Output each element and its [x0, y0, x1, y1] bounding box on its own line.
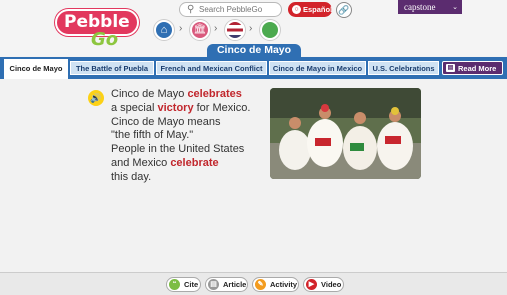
link-icon[interactable]: 🔗: [336, 2, 352, 18]
chevron-right-icon: ›: [214, 23, 218, 34]
read-more-label: Read More: [458, 64, 497, 73]
search-icon: ⚲: [187, 4, 195, 15]
article-photo: [270, 88, 421, 179]
article-text: Cinco de Mayo celebrates a special victor…: [111, 88, 271, 185]
capstone-menu[interactable]: capstone ⌄: [398, 0, 462, 14]
article-text-segment: a special: [111, 101, 158, 114]
audio-play-icon[interactable]: 🔊: [88, 90, 104, 106]
mexico-icon[interactable]: [260, 20, 280, 40]
article-text-segment: Cinco de Mayo: [111, 88, 188, 100]
video-button[interactable]: ▶ Video: [303, 277, 344, 292]
quote-icon: “: [169, 279, 180, 290]
read-more-button[interactable]: ▤ Read More: [442, 61, 503, 75]
cite-label: Cite: [184, 280, 199, 289]
book-icon: ▤: [446, 64, 455, 72]
article-text-segment: and Mexico: [111, 156, 171, 169]
us-flag-icon[interactable]: [225, 20, 245, 40]
dancers-image: [270, 88, 421, 179]
espanol-label: Español: [303, 5, 333, 14]
vocab-word[interactable]: victory: [157, 102, 193, 114]
header: Pebble Go ⚲ ○ Español 🔗 capstone ⌄ ⌂ › 🏛…: [0, 0, 507, 57]
play-icon: ▶: [306, 279, 317, 290]
search-input[interactable]: [199, 4, 279, 15]
chevron-right-icon: ›: [249, 23, 253, 34]
tab-cinco-de-mayo[interactable]: Cinco de Mayo: [4, 59, 68, 79]
government-building-icon[interactable]: 🏛: [190, 20, 210, 40]
tab-us-celebrations[interactable]: U.S. Celebrations: [368, 61, 439, 75]
article-text-segment: this day.: [111, 170, 152, 183]
article-text-segment: "the fifth of May.": [111, 129, 194, 142]
tab-cinco-de-mayo-in-mexico[interactable]: Cinco de Mayo in Mexico: [269, 61, 366, 75]
pencil-icon: ✎: [255, 279, 266, 290]
vocab-word[interactable]: celebrates: [187, 88, 241, 100]
tab-battle-of-puebla[interactable]: The Battle of Puebla: [70, 61, 154, 75]
activity-button[interactable]: ✎ Activity: [252, 277, 299, 292]
article-label: Article: [223, 280, 247, 289]
home-icon[interactable]: ⌂: [154, 20, 174, 40]
topic-title: Cinco de Mayo: [207, 44, 301, 57]
video-label: Video: [321, 280, 342, 289]
article-text-segment: for Mexico.: [193, 101, 251, 114]
article-button[interactable]: ▤ Article: [205, 277, 248, 292]
article-text-segment: People in the United States: [111, 143, 245, 156]
article-text-segment: Cinco de Mayo means: [111, 115, 221, 128]
tab-bar: Cinco de Mayo The Battle of Puebla Frenc…: [0, 57, 507, 79]
footer-toolbar: “ Cite ▤ Article ✎ Activity ▶ Video: [0, 272, 507, 295]
document-icon: ▤: [208, 279, 219, 290]
search-box[interactable]: ⚲: [179, 2, 282, 17]
espanol-button[interactable]: ○ Español: [288, 2, 332, 17]
cite-button[interactable]: “ Cite: [166, 277, 201, 292]
chevron-down-icon: ⌄: [452, 3, 458, 11]
capstone-label: capstone: [404, 2, 436, 12]
chevron-right-icon: ›: [179, 23, 183, 34]
vocab-word[interactable]: celebrate: [170, 157, 218, 169]
activity-label: Activity: [270, 280, 298, 289]
globe-icon: ○: [292, 5, 301, 14]
pebblego-logo[interactable]: Pebble Go: [55, 9, 139, 53]
tab-french-and-mexican-conflict[interactable]: French and Mexican Conflict: [156, 61, 267, 75]
logo-go-text: Go: [91, 29, 119, 50]
